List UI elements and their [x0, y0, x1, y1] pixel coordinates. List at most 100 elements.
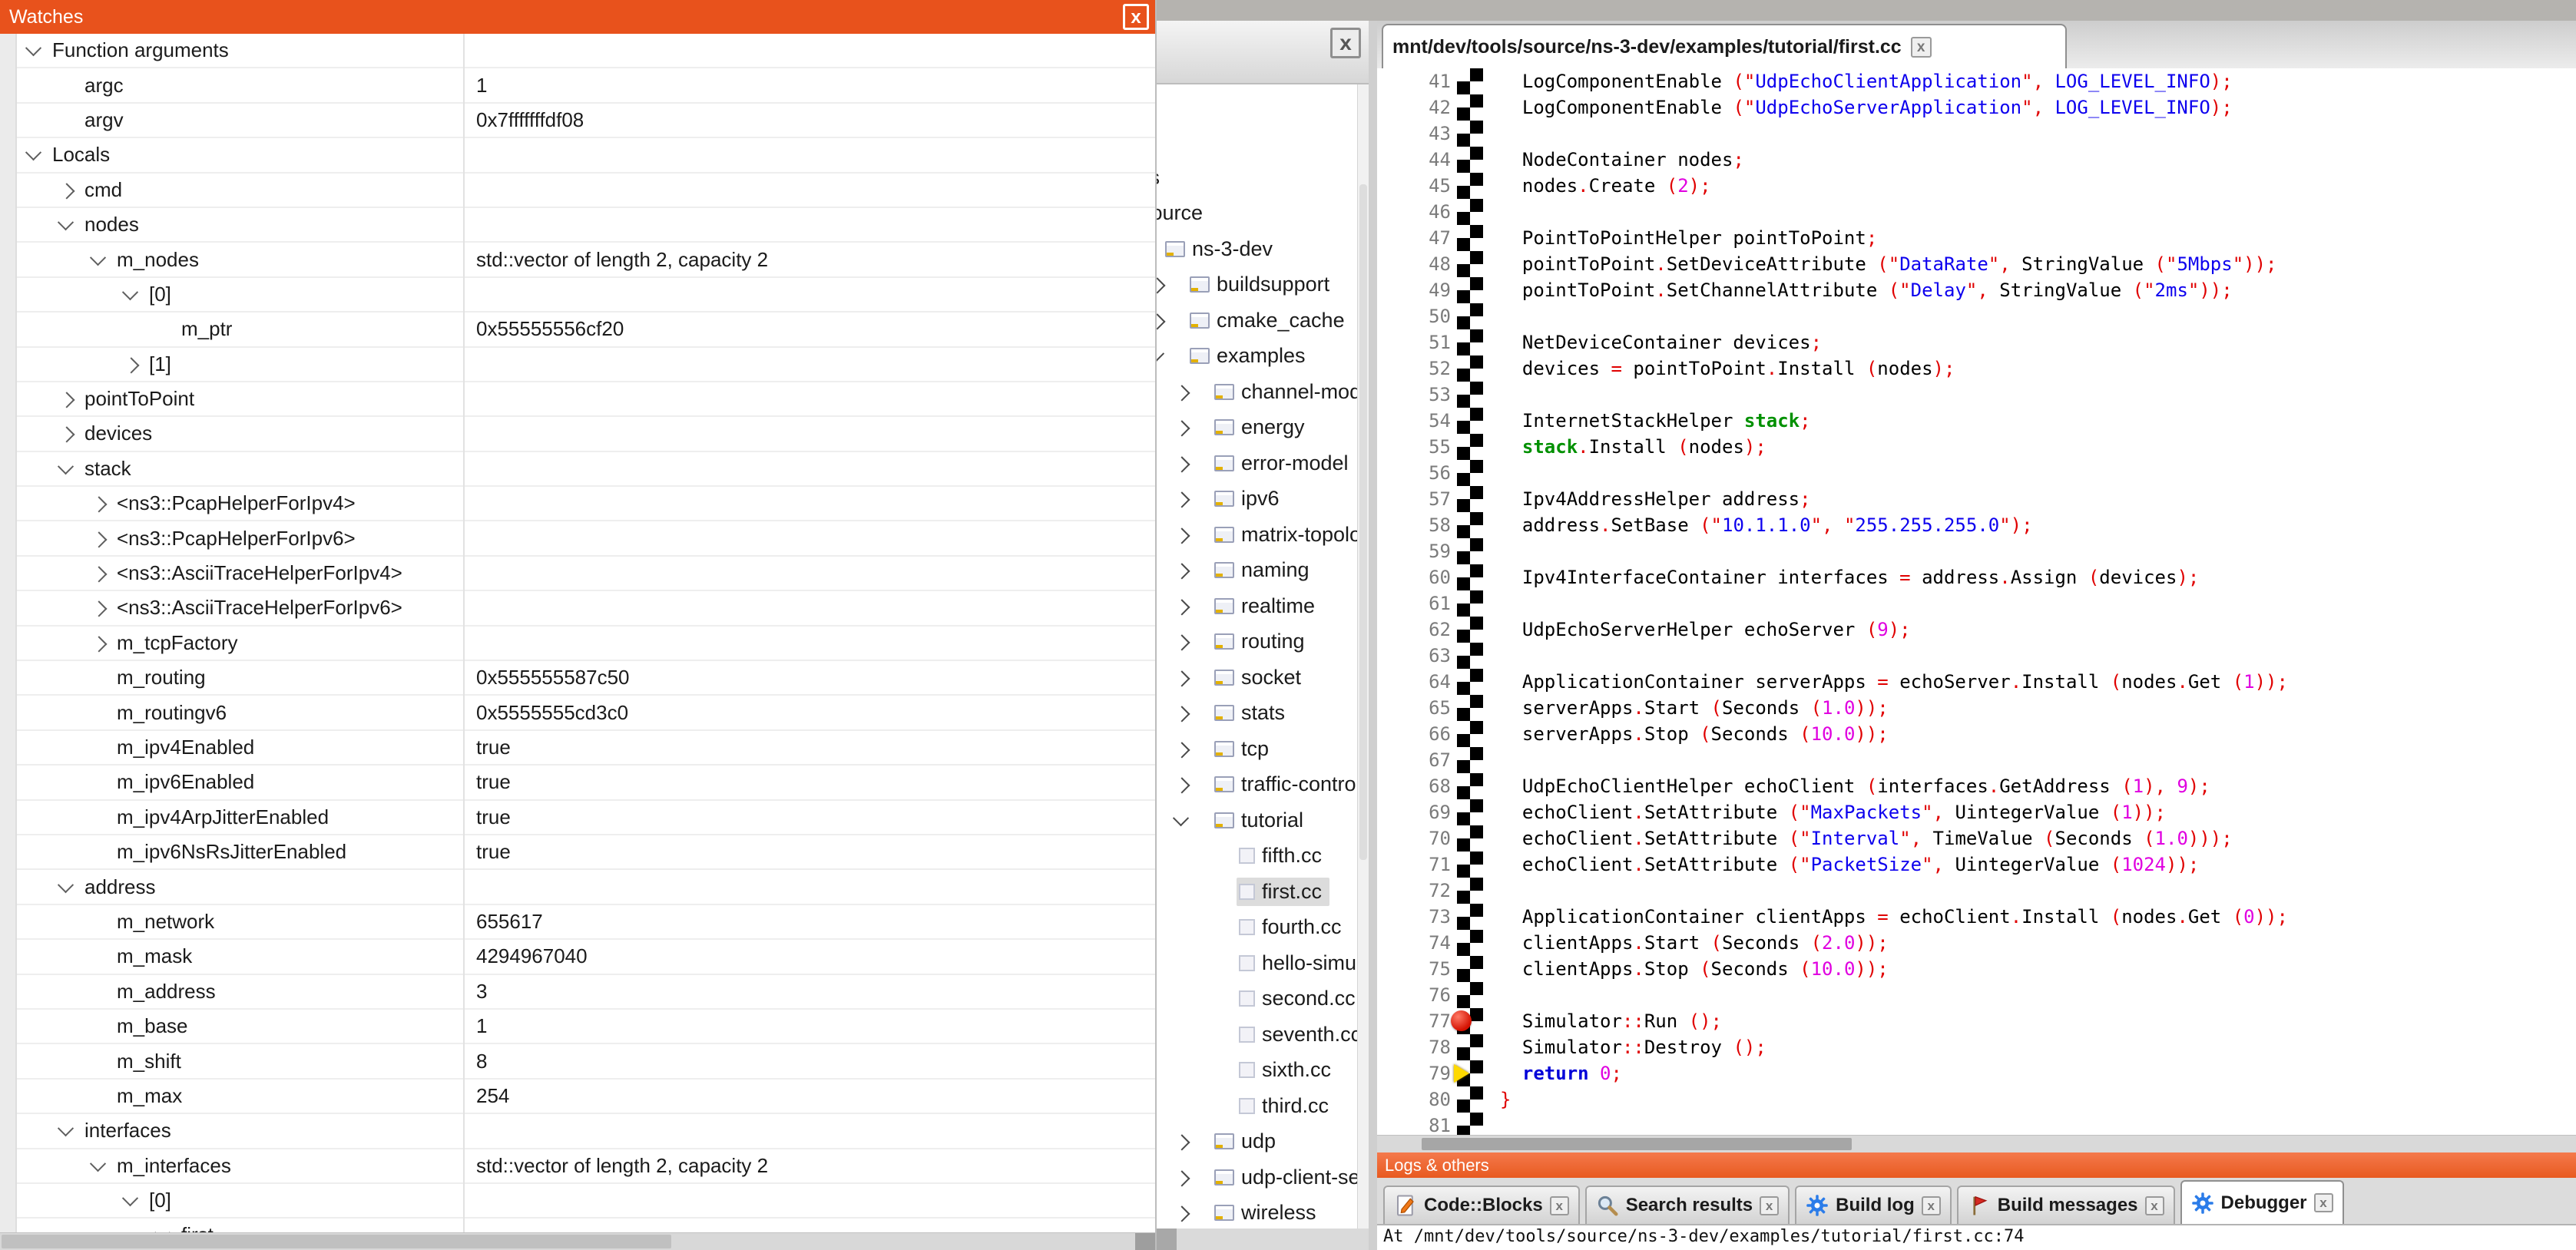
close-icon[interactable]: x	[1550, 1196, 1569, 1215]
watch-row[interactable]: <ns3::AsciiTraceHelperForIpv6>	[17, 591, 1155, 626]
chevron-down-icon[interactable]	[25, 40, 41, 56]
line-number[interactable]: 50	[1377, 303, 1451, 329]
tree-item-energy[interactable]: energy	[1175, 410, 1358, 446]
line-number[interactable]: 81	[1377, 1113, 1451, 1136]
tree-item-seventh-cc[interactable]: seventh.cc	[1200, 1017, 1358, 1053]
chevron-right-icon[interactable]	[1174, 599, 1190, 615]
file-tree-vertical-scrollbar[interactable]	[1357, 84, 1369, 1229]
watch-row[interactable]: cmd	[17, 174, 1155, 208]
tree-item-buildsupport[interactable]: buildsupport	[1155, 267, 1358, 303]
line-number[interactable]: 49	[1377, 277, 1451, 303]
line-number[interactable]: 75	[1377, 956, 1451, 982]
watch-row[interactable]: first	[17, 1219, 1155, 1233]
watch-row[interactable]: argv0x7fffffffdf08	[17, 104, 1155, 138]
line-number[interactable]: 78	[1377, 1034, 1451, 1060]
line-number[interactable]: 46	[1377, 199, 1451, 225]
logs-tab-search-results[interactable]: Search resultsx	[1585, 1186, 1790, 1224]
watch-row[interactable]: m_mask4294967040	[17, 940, 1155, 974]
editor-body[interactable]: 41 LogComponentEnable ("UdpEchoClientApp…	[1377, 68, 2576, 1136]
chevron-right-icon[interactable]	[91, 531, 107, 547]
chevron-down-icon[interactable]	[58, 1120, 74, 1136]
panel-splitter[interactable]	[1369, 21, 1377, 1250]
chevron-right-icon[interactable]	[1174, 1135, 1190, 1151]
watches-titlebar[interactable]: Watches x	[0, 0, 1155, 34]
line-number[interactable]: 71	[1377, 852, 1451, 878]
line-number[interactable]: 41	[1377, 68, 1451, 94]
chevron-right-icon[interactable]	[1174, 670, 1190, 686]
watch-row[interactable]: m_nodesstd::vector of length 2, capacity…	[17, 243, 1155, 277]
line-number[interactable]: 76	[1377, 982, 1451, 1008]
line-number[interactable]: 47	[1377, 225, 1451, 251]
watch-row[interactable]: <ns3::PcapHelperForIpv6>	[17, 521, 1155, 556]
line-number[interactable]: 61	[1377, 590, 1451, 617]
chevron-down-icon[interactable]	[1173, 810, 1189, 826]
close-icon[interactable]: x	[2145, 1196, 2164, 1215]
watch-row[interactable]: stack	[17, 452, 1155, 487]
logs-titlebar[interactable]: Logs & others	[1377, 1152, 2576, 1178]
watch-row[interactable]: m_shift8	[17, 1044, 1155, 1079]
logs-tab-build-log[interactable]: Build logx	[1795, 1186, 1952, 1224]
watch-row[interactable]: Locals	[17, 138, 1155, 173]
watch-row[interactable]: m_ipv6NsRsJitterEnabledtrue	[17, 835, 1155, 870]
tree-item-matrix-topology[interactable]: matrix-topology	[1175, 517, 1358, 553]
watch-row[interactable]: m_routing0x555555587c50	[17, 661, 1155, 696]
line-number[interactable]: 51	[1377, 329, 1451, 355]
tree-item-udp[interactable]: udp	[1175, 1124, 1358, 1160]
chevron-down-icon[interactable]	[25, 144, 41, 160]
watch-row[interactable]: Function arguments	[17, 34, 1155, 68]
line-number[interactable]: 43	[1377, 121, 1451, 147]
tree-item-error-model[interactable]: error-model	[1175, 445, 1358, 481]
line-number[interactable]: 77	[1377, 1008, 1451, 1034]
chevron-right-icon[interactable]	[58, 427, 74, 443]
tree-item-second-cc[interactable]: second.cc	[1200, 981, 1358, 1017]
logs-tab-code-blocks[interactable]: Code::Blocksx	[1383, 1186, 1580, 1224]
line-number[interactable]: 62	[1377, 617, 1451, 643]
chevron-right-icon[interactable]	[1174, 385, 1190, 401]
watch-row[interactable]: m_ipv6Enabledtrue	[17, 766, 1155, 800]
tree-item-channel-models[interactable]: channel-models	[1175, 374, 1358, 410]
line-number[interactable]: 66	[1377, 721, 1451, 747]
watch-row[interactable]: devices	[17, 417, 1155, 451]
chevron-down-icon[interactable]	[122, 284, 138, 300]
watch-row[interactable]: [0]	[17, 278, 1155, 312]
close-icon[interactable]: x	[2314, 1193, 2333, 1212]
tree-item-realtime[interactable]: realtime	[1175, 588, 1358, 624]
line-number[interactable]: 80	[1377, 1086, 1451, 1113]
chevron-down-icon[interactable]	[90, 1156, 106, 1172]
close-icon[interactable]: x	[1330, 28, 1361, 58]
tree-item-wireless[interactable]: wireless	[1175, 1195, 1358, 1229]
watch-row[interactable]: m_network655617	[17, 905, 1155, 940]
line-number[interactable]: 56	[1377, 460, 1451, 486]
chevron-right-icon[interactable]	[91, 636, 107, 652]
watches-column-divider[interactable]	[463, 34, 465, 1233]
watch-row[interactable]: m_interfacesstd::vector of length 2, cap…	[17, 1149, 1155, 1184]
line-number[interactable]: 72	[1377, 878, 1451, 904]
watch-row[interactable]: m_address3	[17, 975, 1155, 1010]
tree-item-third-cc[interactable]: third.cc	[1200, 1088, 1358, 1124]
chevron-right-icon[interactable]	[1174, 1206, 1190, 1222]
chevron-right-icon[interactable]	[1174, 492, 1190, 508]
line-number[interactable]: 73	[1377, 904, 1451, 930]
watch-row[interactable]: m_base1	[17, 1010, 1155, 1044]
watch-row[interactable]: interfaces	[17, 1114, 1155, 1149]
watch-row[interactable]: m_max254	[17, 1080, 1155, 1114]
editor-tab-first-cc[interactable]: mnt/dev/tools/source/ns-3-dev/examples/t…	[1382, 24, 2067, 68]
watch-row[interactable]: [1]	[17, 348, 1155, 382]
watch-row[interactable]: argc1	[17, 68, 1155, 103]
line-number[interactable]: 74	[1377, 930, 1451, 956]
tree-item-examples[interactable]: examples	[1155, 339, 1358, 375]
line-number[interactable]: 63	[1377, 643, 1451, 669]
tree-item-udp-client-server[interactable]: udp-client-server	[1175, 1159, 1358, 1195]
tree-item-fourth-cc[interactable]: fourth.cc	[1200, 910, 1358, 946]
chevron-right-icon[interactable]	[1174, 706, 1190, 723]
chevron-right-icon[interactable]	[91, 601, 107, 617]
chevron-right-icon[interactable]	[1174, 564, 1190, 580]
line-number[interactable]: 52	[1377, 355, 1451, 382]
line-number[interactable]: 69	[1377, 799, 1451, 825]
watch-row[interactable]: address	[17, 870, 1155, 904]
tree-item-stats[interactable]: stats	[1175, 696, 1358, 732]
close-icon[interactable]: x	[1123, 4, 1149, 30]
logs-tab-debugger[interactable]: Debuggerx	[2180, 1180, 2344, 1224]
watch-row[interactable]: m_routingv60x5555555cd3c0	[17, 696, 1155, 730]
watch-row[interactable]: [0]	[17, 1184, 1155, 1219]
